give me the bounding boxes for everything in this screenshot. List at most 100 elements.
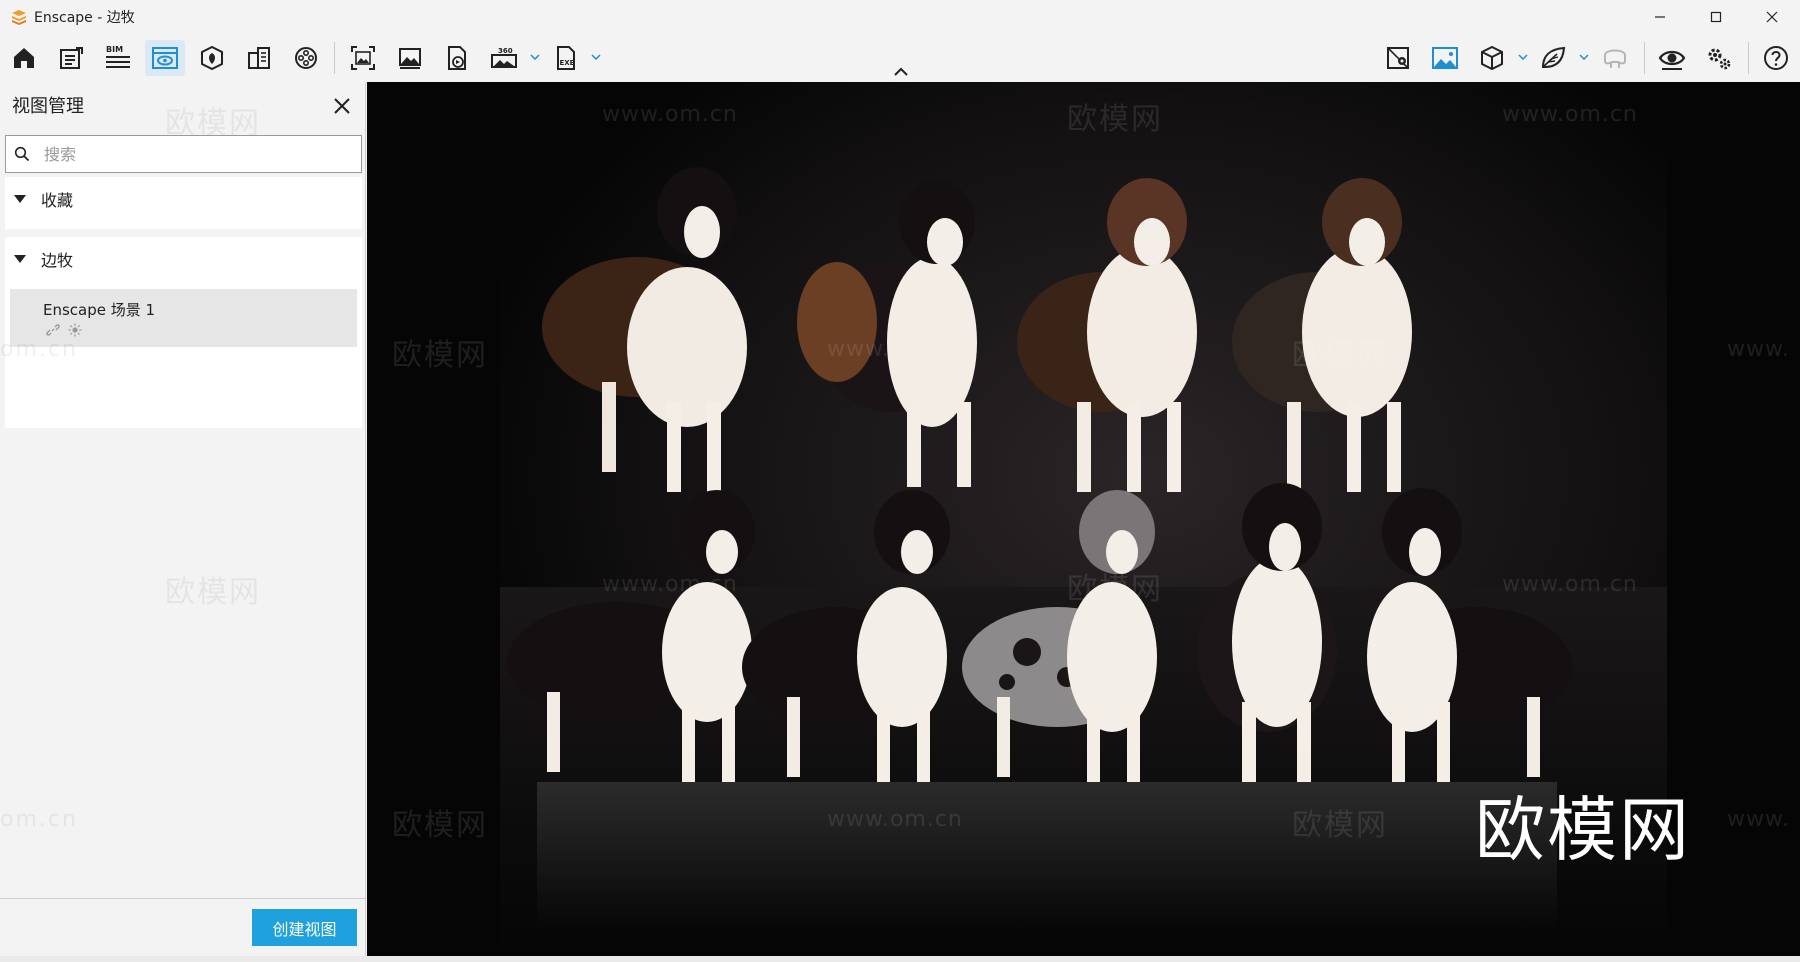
svg-text:360: 360 — [498, 47, 513, 55]
help-button[interactable] — [1756, 40, 1796, 76]
map-button[interactable] — [1378, 40, 1418, 76]
asset-dropdown-caret[interactable] — [1516, 50, 1530, 64]
exe-file-icon: EXE — [557, 46, 575, 70]
link-icon[interactable] — [46, 323, 60, 337]
watermark-url: www. — [1727, 337, 1790, 362]
create-view-button[interactable]: 创建视图 — [252, 909, 357, 946]
section-header-border-collie[interactable]: 边牧 — [5, 237, 362, 281]
sun-icon[interactable] — [68, 323, 82, 337]
brand-logo-text: 欧模网 — [1475, 789, 1691, 871]
watermark-url: www.om.cn — [1502, 102, 1638, 127]
watermark-url: www.om.cn — [602, 102, 738, 127]
eye-icon — [1658, 50, 1686, 70]
film-reel-icon — [295, 47, 317, 69]
material-button[interactable] — [192, 40, 232, 76]
bim-button[interactable]: BIM — [98, 40, 138, 76]
panorama-dropdown-caret[interactable] — [528, 50, 542, 64]
window-title: Enscape - 边牧 — [34, 10, 135, 26]
section-header-favorites[interactable]: 收藏 — [5, 177, 362, 221]
general-settings-button[interactable] — [1699, 40, 1739, 76]
file-export-icon — [448, 46, 466, 70]
section-label: 边牧 — [41, 251, 74, 270]
gears-icon — [1708, 48, 1731, 70]
image-icon — [399, 48, 421, 69]
triangle-down-icon — [14, 255, 26, 263]
site-context-button[interactable] — [239, 40, 279, 76]
section-border-collie: 边牧 Enscape 场景 1 — [5, 237, 362, 428]
close-icon — [334, 98, 350, 114]
home-icon — [14, 48, 34, 68]
toolbar-divider — [1748, 42, 1749, 74]
watermark-text: 欧模网 — [392, 338, 488, 373]
search-icon — [14, 146, 30, 162]
export-web-button[interactable] — [437, 40, 477, 76]
home-button[interactable] — [4, 40, 44, 76]
collapse-toolbar-icon[interactable] — [892, 66, 910, 78]
cube-icon — [1481, 45, 1503, 71]
window-controls — [1632, 0, 1800, 34]
maximize-button[interactable] — [1688, 0, 1744, 34]
watermark-text: 欧模网 — [1292, 338, 1388, 373]
vr-headset-icon — [1604, 49, 1626, 68]
watermark-url: om.cn — [0, 337, 78, 362]
watermark-url: www.om.cn — [602, 572, 738, 597]
close-panel-button[interactable] — [330, 94, 354, 118]
asset-library-button[interactable] — [1472, 40, 1512, 76]
panel-footer-divider — [0, 898, 366, 899]
video-editor-button[interactable] — [286, 40, 326, 76]
export-dropdown-caret[interactable] — [589, 50, 603, 64]
bim-icon: BIM — [106, 45, 130, 68]
view-name: Enscape 场景 1 — [43, 301, 156, 319]
panel-title: 视图管理 — [12, 96, 84, 117]
leaf-icon — [1541, 46, 1566, 68]
notes-icon — [60, 47, 83, 69]
watermark-text: 欧模网 — [1067, 102, 1163, 137]
search-input[interactable] — [44, 144, 344, 164]
map-pin-icon — [1387, 47, 1409, 69]
watermark-text: 欧模网 — [1292, 808, 1388, 843]
watermark-url: www.om.cn — [827, 807, 963, 832]
enscape-window: Enscape - 边牧 BIM 360 EXE 视图管理 欧模网 搜索 收藏 … — [0, 0, 1800, 962]
materials-dropdown-caret[interactable] — [1577, 50, 1591, 64]
materials-editor-button[interactable] — [1533, 40, 1573, 76]
close-icon — [1766, 11, 1778, 23]
help-icon — [1764, 46, 1788, 70]
export-exe-button[interactable]: EXE — [546, 40, 586, 76]
chevron-down-icon — [1518, 54, 1528, 60]
render-viewport[interactable]: www.om.cn 欧模网 www.om.cn 欧模网 www.om.cn 欧模… — [367, 82, 1800, 956]
buildings-icon — [248, 47, 270, 69]
section-label: 收藏 — [41, 191, 74, 210]
material-icon — [201, 45, 223, 71]
panorama-360-icon: 360 — [491, 47, 517, 68]
watermark-text: 欧模网 — [1067, 572, 1163, 607]
view-management-button[interactable] — [145, 40, 185, 76]
visual-settings-button[interactable] — [1652, 40, 1692, 76]
landscape-image-icon — [1432, 47, 1458, 69]
maximize-icon — [1710, 11, 1722, 23]
toolbar-divider — [1644, 42, 1645, 74]
minimize-button[interactable] — [1632, 0, 1688, 34]
svg-text:EXE: EXE — [560, 59, 575, 67]
triangle-down-icon — [14, 195, 26, 203]
section-favorites: 收藏 — [5, 177, 362, 229]
chevron-down-icon — [591, 54, 601, 60]
watermark-url: om.cn — [0, 807, 78, 832]
view-management-panel: 视图管理 欧模网 收藏 边牧 Enscape 场景 1 — [0, 82, 366, 962]
screenshot-button[interactable] — [343, 40, 383, 76]
watermark-text: 欧模网 — [165, 575, 261, 610]
search-box[interactable] — [5, 135, 362, 173]
screenshot-icon — [351, 46, 375, 70]
watermark-url: www. — [1727, 807, 1790, 832]
vr-headset-button[interactable] — [1595, 40, 1635, 76]
atmosphere-button[interactable] — [1425, 40, 1465, 76]
minimize-icon — [1655, 16, 1665, 18]
toolbar-divider — [334, 42, 335, 74]
panorama-360-button[interactable]: 360 — [484, 40, 524, 76]
enscape-logo-icon — [12, 10, 26, 25]
watermark-text: 欧模网 — [392, 808, 488, 843]
close-window-button[interactable] — [1744, 0, 1800, 34]
window-bottom-edge — [0, 956, 1800, 962]
batch-render-button[interactable] — [390, 40, 430, 76]
project-notes-button[interactable] — [51, 40, 91, 76]
title-bar: Enscape - 边牧 — [0, 0, 1800, 34]
